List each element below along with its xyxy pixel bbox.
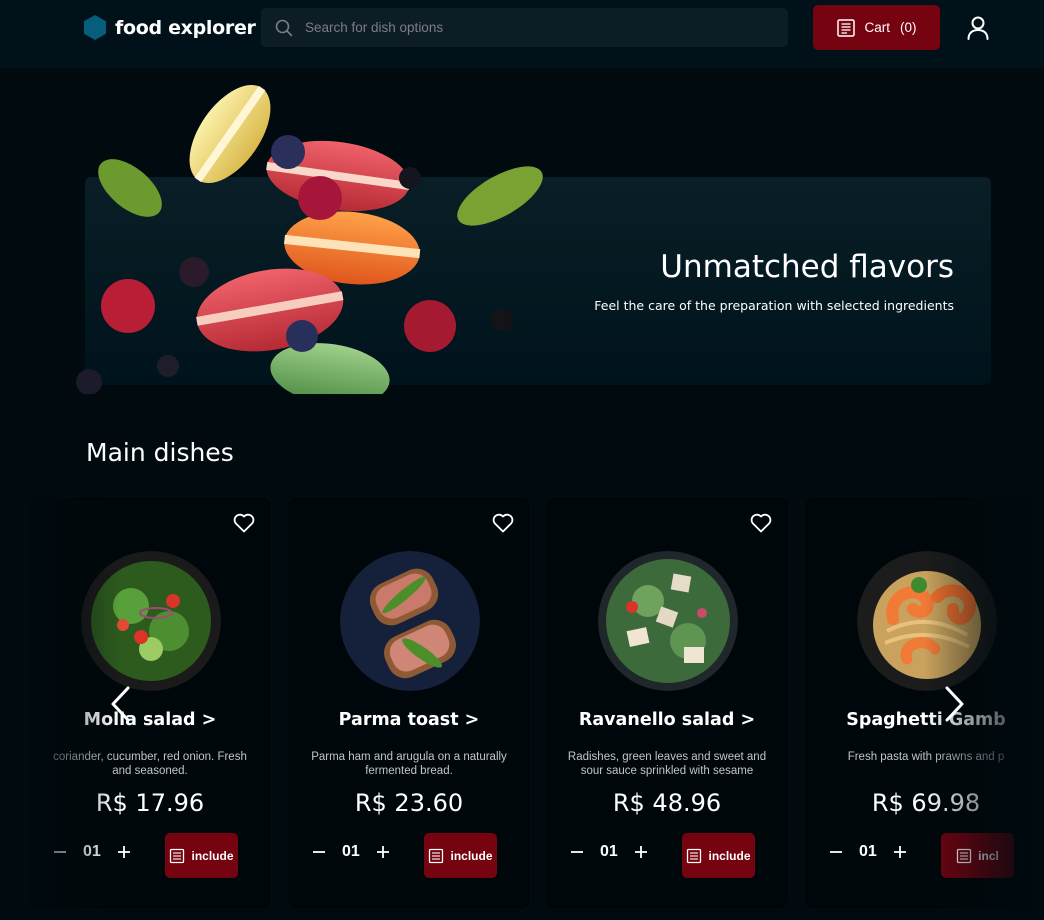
include-button[interactable]: include bbox=[165, 833, 238, 878]
dish-carousel[interactable]: Molla salad > coriander, cucumber, red o… bbox=[0, 498, 1044, 908]
macarons-illustration bbox=[76, 85, 543, 394]
cart-label: Cart bbox=[864, 20, 890, 35]
plus-icon[interactable] bbox=[374, 843, 392, 861]
user-icon[interactable] bbox=[965, 15, 991, 46]
receipt-icon bbox=[170, 848, 185, 863]
dish-image[interactable] bbox=[857, 551, 997, 691]
dish-card[interactable]: Parma toast > Parma ham and arugula on a… bbox=[289, 498, 529, 908]
dish-name[interactable]: Spaghetti Gamb bbox=[807, 710, 1044, 730]
dish-name[interactable]: Parma toast > bbox=[290, 710, 528, 730]
section-title: Main dishes bbox=[86, 438, 234, 467]
dish-price: R$ 69.98 bbox=[871, 789, 981, 817]
heart-icon[interactable] bbox=[750, 513, 772, 538]
quantity-stepper: 01 bbox=[310, 843, 392, 861]
heart-icon[interactable] bbox=[233, 513, 255, 538]
dish-description: Fresh pasta with prawns and p bbox=[847, 751, 1005, 763]
quantity-value: 01 bbox=[600, 843, 618, 860]
receipt-icon bbox=[837, 18, 856, 37]
include-button[interactable]: incl bbox=[941, 833, 1014, 878]
plus-icon[interactable] bbox=[632, 843, 650, 861]
dish-card[interactable]: Ravanello salad > Radishes, green leaves… bbox=[547, 498, 787, 908]
receipt-icon bbox=[957, 848, 972, 863]
include-label: incl bbox=[978, 848, 999, 863]
dish-card[interactable]: Molla salad > coriander, cucumber, red o… bbox=[30, 498, 270, 908]
dish-image[interactable] bbox=[598, 551, 738, 691]
dish-price: R$ 48.96 bbox=[612, 789, 722, 817]
dish-price: R$ 23.60 bbox=[354, 789, 464, 817]
include-label: include bbox=[450, 848, 493, 863]
minus-icon[interactable] bbox=[568, 843, 586, 861]
cart-count: (0) bbox=[900, 20, 917, 35]
quantity-stepper: 01 bbox=[568, 843, 650, 861]
quantity-stepper: 01 bbox=[51, 843, 133, 861]
header: food explorer Cart (0) bbox=[0, 0, 1044, 68]
chevron-right-icon[interactable] bbox=[939, 684, 969, 724]
banner-title: Unmatched flavors bbox=[660, 249, 954, 285]
include-label: include bbox=[708, 848, 751, 863]
include-button[interactable]: include bbox=[424, 833, 497, 878]
chevron-left-icon[interactable] bbox=[106, 684, 136, 724]
dish-card[interactable]: Spaghetti Gamb Fresh pasta with prawns a… bbox=[806, 498, 1044, 908]
brand-name: food explorer bbox=[115, 16, 256, 39]
dish-description: Radishes, green leaves and sweet and sou… bbox=[567, 751, 767, 777]
quantity-value: 01 bbox=[83, 843, 101, 860]
receipt-icon bbox=[429, 848, 444, 863]
dish-name[interactable]: Ravanello salad > bbox=[548, 710, 786, 730]
dish-image[interactable] bbox=[81, 551, 221, 691]
quantity-value: 01 bbox=[859, 843, 877, 860]
minus-icon[interactable] bbox=[827, 843, 845, 861]
dish-image[interactable] bbox=[340, 551, 480, 691]
search-bar[interactable] bbox=[261, 8, 788, 47]
dish-name[interactable]: Molla salad > bbox=[31, 710, 269, 730]
minus-icon[interactable] bbox=[51, 843, 69, 861]
cart-button[interactable]: Cart (0) bbox=[813, 5, 940, 50]
search-icon bbox=[275, 19, 293, 36]
quantity-value: 01 bbox=[342, 843, 360, 860]
brand-logo[interactable]: food explorer bbox=[84, 15, 256, 40]
minus-icon[interactable] bbox=[310, 843, 328, 861]
plus-icon[interactable] bbox=[891, 843, 909, 861]
hexagon-icon bbox=[84, 15, 106, 40]
dish-description: Parma ham and arugula on a naturally fer… bbox=[311, 751, 507, 777]
search-input[interactable] bbox=[305, 20, 745, 35]
include-button[interactable]: include bbox=[682, 833, 755, 878]
quantity-stepper: 01 bbox=[827, 843, 909, 861]
banner-subtitle: Feel the care of the preparation with se… bbox=[594, 298, 954, 313]
dish-price: R$ 17.96 bbox=[95, 789, 205, 817]
plus-icon[interactable] bbox=[115, 843, 133, 861]
receipt-icon bbox=[687, 848, 702, 863]
heart-icon[interactable] bbox=[492, 513, 514, 538]
include-label: include bbox=[191, 848, 234, 863]
dish-description: coriander, cucumber, red onion. Fresh an… bbox=[53, 751, 247, 777]
